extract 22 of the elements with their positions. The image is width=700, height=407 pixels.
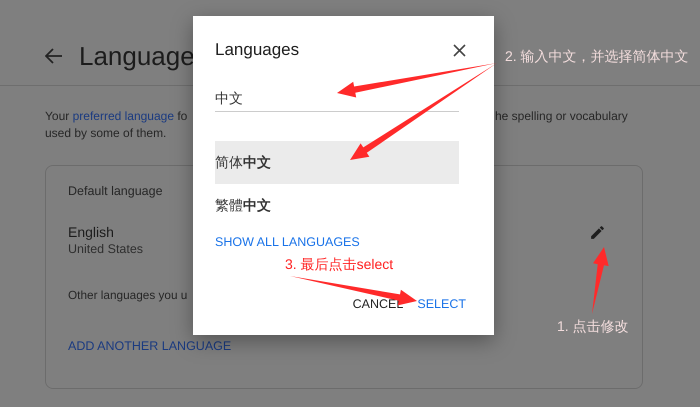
description-text: fo [176,109,188,123]
language-region: United States [68,242,144,256]
page-title: Language [79,40,195,72]
dialog-title: Languages [215,40,300,60]
edit-pencil-icon[interactable] [589,224,606,241]
annotation-text: 1. 点击修改 [557,318,629,336]
language-option[interactable]: 繁體中文 [215,184,459,227]
description-text: Your [45,109,70,123]
back-arrow-icon[interactable] [45,48,63,64]
other-languages-label: Other languages you u [68,288,188,302]
select-button[interactable]: SELECT [413,293,466,315]
annotation-text: 3. 最后点击select [285,256,394,274]
close-icon[interactable] [453,44,466,56]
cancel-button[interactable]: CANCEL [348,293,408,315]
annotation-arrow [592,247,609,314]
default-language-label: Default language [68,184,164,198]
description-text: used by some of them. [45,125,168,142]
annotation-text: 2. 输入中文，并选择简体中文 [505,48,689,66]
show-all-languages-link[interactable]: SHOW ALL LANGUAGES [215,235,360,249]
description-text: he spelling or vocabulary [495,108,628,125]
language-option[interactable]: 简体中文 [215,141,459,184]
language-name: English [68,224,115,240]
